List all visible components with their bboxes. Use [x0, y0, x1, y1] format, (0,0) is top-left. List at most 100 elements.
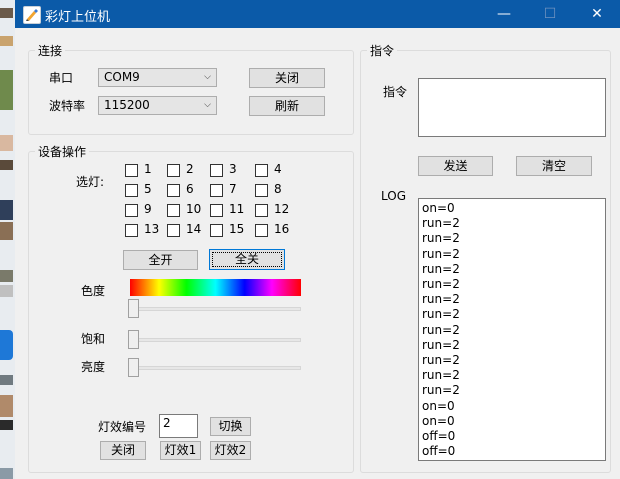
clear-button[interactable]: 清空 [516, 156, 592, 176]
light-checkbox-6[interactable] [167, 184, 180, 197]
light-checkbox-8[interactable] [255, 184, 268, 197]
title-bar[interactable]: 彩灯上位机 — ☐ ✕ [15, 0, 620, 28]
refresh-button[interactable]: 刷新 [249, 96, 325, 116]
light-checkbox-label: 2 [186, 162, 194, 176]
log-line: on=0 [422, 413, 455, 428]
send-button[interactable]: 发送 [418, 156, 493, 176]
light-checkbox-7[interactable] [210, 184, 223, 197]
close-window-button[interactable]: ✕ [574, 0, 620, 28]
close-port-button[interactable]: 关闭 [249, 68, 325, 88]
command-input[interactable] [418, 78, 606, 137]
desktop-icon [0, 468, 13, 479]
log-line: run=2 [422, 307, 460, 322]
switch-effect-button[interactable]: 切换 [210, 417, 251, 436]
light-checkbox-11[interactable] [210, 204, 223, 217]
port-value: COM9 [104, 70, 140, 84]
chevron-down-icon: ⌵ [204, 72, 211, 82]
all-off-button[interactable]: 全关 [209, 249, 285, 270]
light-checkbox-label: 6 [186, 182, 194, 196]
light-checkbox-label: 1 [144, 162, 152, 176]
maximize-button[interactable]: ☐ [527, 0, 573, 28]
saturation-label: 饱和 [81, 332, 106, 346]
command-legend: 指令 [370, 44, 395, 58]
connection-group: 连接 [28, 42, 354, 135]
light-checkbox-label: 12 [274, 202, 290, 216]
port-label: 串口 [49, 71, 74, 85]
desktop-icon [0, 270, 13, 282]
log-line: run=2 [422, 368, 460, 383]
light-checkbox-4[interactable] [255, 164, 268, 177]
window-title: 彩灯上位机 [45, 10, 111, 25]
hue-label: 色度 [81, 284, 106, 298]
hue-slider-thumb[interactable] [128, 299, 139, 318]
light-checkbox-3[interactable] [210, 164, 223, 177]
log-line: off=0 [422, 444, 456, 459]
desktop-icon [0, 222, 13, 240]
minimize-button[interactable]: — [481, 0, 527, 28]
effect-number-label: 灯效编号 [98, 420, 147, 434]
light-checkbox-label: 5 [144, 182, 152, 196]
brightness-label: 亮度 [81, 360, 106, 374]
log-textarea[interactable]: on=0 run=2 run=2 run=2 run=2 run=2 run=2 run=2 r… [418, 198, 606, 461]
log-line: off=0 [422, 429, 456, 444]
log-line: run=2 [422, 277, 460, 292]
log-line: run=2 [422, 292, 460, 307]
light-checkbox-13[interactable] [125, 224, 138, 237]
light-checkbox-10[interactable] [167, 204, 180, 217]
log-label: LOG [381, 189, 407, 203]
light-checkbox-15[interactable] [210, 224, 223, 237]
close-effect-button[interactable]: 关闭 [100, 441, 146, 460]
log-line: run=2 [422, 246, 460, 261]
log-line: run=2 [422, 231, 460, 246]
saturation-slider-thumb[interactable] [128, 330, 139, 349]
baud-label: 波特率 [49, 99, 86, 113]
baud-value: 115200 [104, 98, 150, 112]
chevron-down-icon: ⌵ [204, 100, 211, 110]
desktop-icon [0, 420, 13, 430]
command-label: 指令 [383, 85, 408, 99]
log-line: run=2 [422, 261, 460, 276]
desktop-icon [0, 285, 13, 297]
brightness-slider-track[interactable] [130, 366, 301, 370]
taskbar-app-icon[interactable] [0, 330, 13, 360]
light-checkbox-label: 13 [144, 222, 160, 236]
desktop-icon [0, 160, 13, 170]
light-checkbox-label: 7 [229, 182, 237, 196]
light-checkbox-5[interactable] [125, 184, 138, 197]
desktop-icon [0, 135, 13, 151]
saturation-slider-track[interactable] [130, 338, 301, 342]
desktop-background [0, 0, 15, 479]
effect2-button[interactable]: 灯效2 [210, 441, 251, 460]
light-checkbox-9[interactable] [125, 204, 138, 217]
app-icon [23, 6, 41, 24]
light-checkbox-2[interactable] [167, 164, 180, 177]
light-checkbox-label: 9 [144, 202, 152, 216]
light-checkbox-label: 3 [229, 162, 237, 176]
baud-select[interactable]: 115200 ⌵ [98, 96, 217, 115]
light-checkbox-label: 14 [186, 222, 202, 236]
light-checkbox-label: 8 [274, 182, 282, 196]
log-line: run=2 [422, 322, 460, 337]
light-checkbox-label: 10 [186, 202, 202, 216]
hue-slider-track[interactable] [130, 307, 301, 311]
all-on-button[interactable]: 全开 [123, 250, 198, 270]
log-line: on=0 [422, 398, 455, 413]
effect-number-input[interactable]: 2 [159, 414, 198, 438]
brightness-slider-thumb[interactable] [128, 358, 139, 377]
log-line: run=2 [422, 337, 460, 352]
all-off-label: 全关 [234, 252, 259, 266]
log-line: run=2 [422, 216, 460, 231]
effect1-button[interactable]: 灯效1 [160, 441, 201, 460]
hue-gradient-bar [130, 279, 301, 296]
select-lights-label: 选灯: [76, 175, 105, 189]
light-checkbox-12[interactable] [255, 204, 268, 217]
connection-legend: 连接 [38, 44, 63, 58]
log-line: run=2 [422, 383, 460, 398]
light-checkbox-1[interactable] [125, 164, 138, 177]
light-checkbox-16[interactable] [255, 224, 268, 237]
desktop-icon [0, 200, 13, 220]
port-select[interactable]: COM9 ⌵ [98, 68, 217, 87]
device-operations-legend: 设备操作 [38, 145, 87, 159]
light-checkbox-14[interactable] [167, 224, 180, 237]
light-checkbox-label: 15 [229, 222, 245, 236]
